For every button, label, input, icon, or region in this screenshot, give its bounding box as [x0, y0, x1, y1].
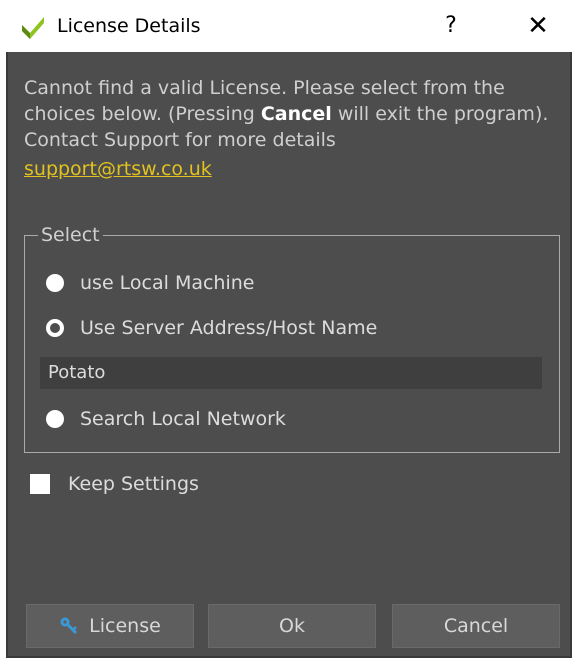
radio-server-address[interactable]: Use Server Address/Host Name — [46, 314, 377, 342]
window-title: License Details — [57, 15, 201, 37]
radio-checked-icon — [46, 319, 64, 337]
app-logo-icon — [22, 17, 44, 39]
cancel-button-label: Cancel — [443, 615, 509, 637]
radio-search-network[interactable]: Search Local Network — [46, 405, 286, 433]
cancel-button[interactable]: Cancel — [392, 604, 560, 648]
radio-label: use Local Machine — [80, 272, 255, 294]
ok-button[interactable]: Ok — [208, 604, 376, 648]
radio-unchecked-icon — [46, 274, 64, 292]
server-address-input[interactable] — [40, 357, 542, 389]
keep-settings-label: Keep Settings — [68, 473, 199, 495]
radio-unchecked-icon — [46, 410, 64, 428]
license-button[interactable]: License — [26, 604, 194, 648]
radio-label: Search Local Network — [80, 408, 286, 430]
close-button[interactable]: ✕ — [520, 10, 556, 42]
radio-local-machine[interactable]: use Local Machine — [46, 269, 255, 297]
ok-button-label: Ok — [279, 615, 305, 637]
checkbox-unchecked-icon — [30, 474, 50, 494]
message-cancel-emphasis: Cancel — [260, 103, 332, 125]
license-button-label: License — [89, 615, 161, 637]
support-email-link[interactable]: support@rtsw.co.uk — [24, 156, 212, 182]
radio-label: Use Server Address/Host Name — [80, 317, 378, 339]
select-group-title: Select — [38, 222, 103, 248]
info-message: Cannot find a valid License. Please sele… — [24, 75, 554, 153]
help-button[interactable]: ? — [433, 10, 469, 42]
key-icon — [60, 617, 78, 635]
keep-settings-checkbox[interactable]: Keep Settings — [30, 470, 199, 498]
title-bar[interactable]: License Details ? ✕ — [0, 0, 574, 52]
